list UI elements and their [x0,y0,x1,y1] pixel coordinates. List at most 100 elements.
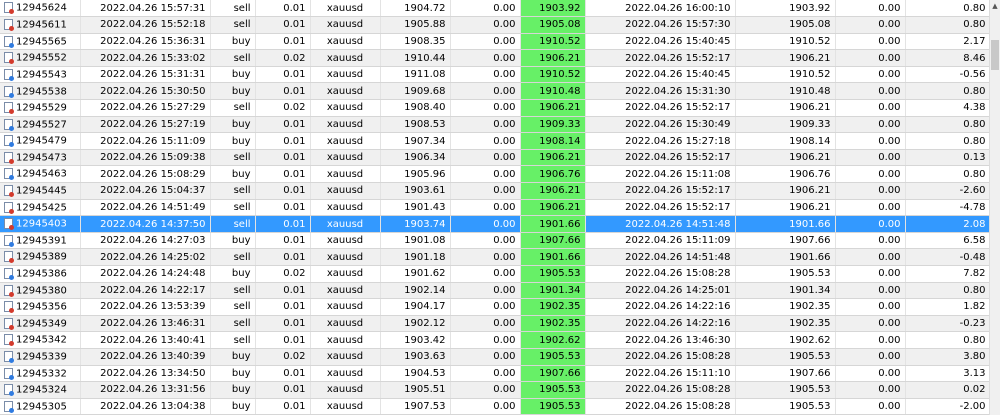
cell-close-time: 2022.04.26 15:52:17 [585,182,736,200]
table-row[interactable]: 12945624 2022.04.26 15:57:31 sell 0.01 xauus… [0,0,991,18]
cell-open-price: 1903.74 [380,215,451,233]
open-time-value: 2022.04.26 15:11:09 [100,135,206,147]
sell-order-icon [4,151,14,164]
table-row[interactable]: 12945565 2022.04.26 15:36:31 buy 0.01 xauusd… [0,33,991,51]
sell-order-icon [4,19,14,32]
cell-close-price-2: 1906.76 [735,165,836,184]
table-row[interactable]: 12945527 2022.04.26 15:27:19 buy 0.01 xauusd… [0,116,991,134]
close-price-value: 1902.62 [539,334,581,346]
cell-open-time: 2022.04.26 15:04:37 [80,182,211,200]
table-row[interactable]: 12945445 2022.04.26 15:04:37 sell 0.01 xauus… [0,182,991,200]
close-price-value: 1901.66 [539,251,581,263]
sell-order-icon [4,317,14,330]
cell-symbol: xauusd [310,265,381,283]
table-row[interactable]: 12945391 2022.04.26 14:27:03 buy 0.01 xauusd… [0,232,991,250]
symbol-value: xauusd [326,334,364,346]
table-row[interactable]: 12945389 2022.04.26 14:25:02 sell 0.01 xauus… [0,248,991,266]
swap-value: 0.00 [878,152,901,164]
cell-swap: 0.00 [835,298,906,316]
sell-order-icon [4,301,14,314]
cell-symbol: xauusd [310,398,381,415]
cell-stop-loss: 0.00 [450,49,521,67]
type-value: buy [231,35,251,47]
profit-value: -2.60 [959,185,986,197]
cell-close-price: 1905.53 [520,398,586,415]
table-row[interactable]: 12945339 2022.04.26 13:40:39 buy 0.02 xauusd… [0,348,991,366]
table-row[interactable]: 12945463 2022.04.26 15:08:29 buy 0.01 xauusd… [0,165,991,184]
stop-loss-value: 0.00 [493,218,516,230]
cell-symbol: xauusd [310,315,381,333]
table-row[interactable]: 12945386 2022.04.26 14:24:48 buy 0.02 xauusd… [0,265,991,283]
table-row[interactable]: 12945380 2022.04.26 14:22:17 sell 0.01 xauus… [0,282,991,300]
volume-value: 0.01 [283,2,306,14]
table-row[interactable]: 12945529 2022.04.26 15:27:29 sell 0.02 xauus… [0,99,991,117]
cell-swap: 0.00 [835,99,906,117]
cell-close-price: 1902.35 [520,298,586,316]
open-price-value: 1903.42 [404,334,446,346]
open-price-value: 1907.34 [404,135,446,147]
table-row[interactable]: 12945332 2022.04.26 13:34:50 buy 0.01 xauusd… [0,365,991,383]
profit-value: -0.48 [959,251,986,263]
volume-value: 0.02 [283,268,306,280]
volume-value: 0.01 [283,118,306,130]
cell-open-price: 1905.96 [380,165,451,184]
open-price-value: 1904.72 [404,2,446,14]
table-row[interactable]: 12945324 2022.04.26 13:31:56 buy 0.01 xauusd… [0,381,991,399]
cell-open-price: 1904.72 [380,0,451,18]
cell-close-price: 1908.14 [520,132,586,150]
ticket-value: 12945339 [16,351,67,363]
table-row[interactable]: 12945473 2022.04.26 15:09:38 sell 0.01 xauus… [0,149,991,167]
cell-open-time: 2022.04.26 15:52:18 [80,16,211,34]
open-time-value: 2022.04.26 15:30:50 [100,85,206,97]
cell-volume: 0.02 [255,49,311,67]
cell-ticket: 12945624 [0,0,81,18]
close-time-value: 2022.04.26 15:08:28 [625,384,731,396]
vertical-scrollbar[interactable]: ▲ [989,0,1000,415]
cell-stop-loss: 0.00 [450,149,521,167]
table-row[interactable]: 12945611 2022.04.26 15:52:18 sell 0.01 xauus… [0,16,991,34]
open-price-value: 1901.62 [404,268,446,280]
close-price-value: 1910.52 [539,35,581,47]
cell-close-price-2: 1901.34 [735,282,836,300]
buy-order-icon [4,268,14,281]
cell-close-time: 2022.04.26 16:00:10 [585,0,736,18]
cell-close-price: 1907.66 [520,365,586,383]
table-row[interactable]: 12945543 2022.04.26 15:31:31 buy 0.01 xauusd… [0,66,991,84]
table-row[interactable]: 12945538 2022.04.26 15:30:50 buy 0.01 xauusd… [0,82,991,101]
table-row[interactable]: 12945305 2022.04.26 13:04:38 buy 0.01 xauusd… [0,398,991,415]
table-row[interactable]: 12945479 2022.04.26 15:11:09 buy 0.01 xauusd… [0,132,991,150]
ticket-value: 12945463 [16,168,67,180]
cell-close-time: 2022.04.26 15:27:18 [585,132,736,150]
stop-loss-value: 0.00 [493,35,516,47]
table-row[interactable]: 12945425 2022.04.26 14:51:49 sell 0.01 xauus… [0,199,991,217]
cell-open-time: 2022.04.26 15:31:31 [80,66,211,84]
cell-ticket: 12945527 [0,116,81,134]
cell-ticket: 12945473 [0,149,81,167]
table-row[interactable]: 12945552 2022.04.26 15:33:02 sell 0.02 xauus… [0,49,991,67]
cell-symbol: xauusd [310,16,381,34]
table-row[interactable]: 12945356 2022.04.26 13:53:39 sell 0.01 xauus… [0,298,991,316]
cell-close-price-2: 1910.52 [735,33,836,51]
cell-swap: 0.00 [835,116,906,134]
scrollbar-thumb[interactable] [991,40,999,70]
table-row[interactable]: 12945342 2022.04.26 13:40:41 sell 0.01 xauus… [0,331,991,349]
open-time-value: 2022.04.26 13:53:39 [100,301,206,313]
open-time-value: 2022.04.26 15:09:38 [100,152,206,164]
table-row[interactable]: 12945349 2022.04.26 13:46:31 sell 0.01 xauus… [0,315,991,333]
swap-value: 0.00 [878,384,901,396]
cell-type: buy [210,265,256,283]
stop-loss-value: 0.00 [493,185,516,197]
close-price-value: 1902.35 [539,318,581,330]
stop-loss-value: 0.00 [493,152,516,164]
close-price-2-value: 1905.53 [789,384,831,396]
cell-close-price: 1905.53 [520,265,586,283]
cell-type: buy [210,398,256,415]
stop-loss-value: 0.00 [493,268,516,280]
cell-open-time: 2022.04.26 15:11:09 [80,132,211,150]
close-time-value: 2022.04.26 13:46:30 [625,334,731,346]
profit-value: 1.82 [963,301,986,313]
cell-profit: -4.78 [905,199,991,217]
symbol-value: xauusd [326,35,364,47]
scroll-up-arrow-icon[interactable]: ▲ [990,0,1000,12]
table-row[interactable]: 12945403 2022.04.26 14:37:50 sell 0.01 xauus… [0,215,991,233]
